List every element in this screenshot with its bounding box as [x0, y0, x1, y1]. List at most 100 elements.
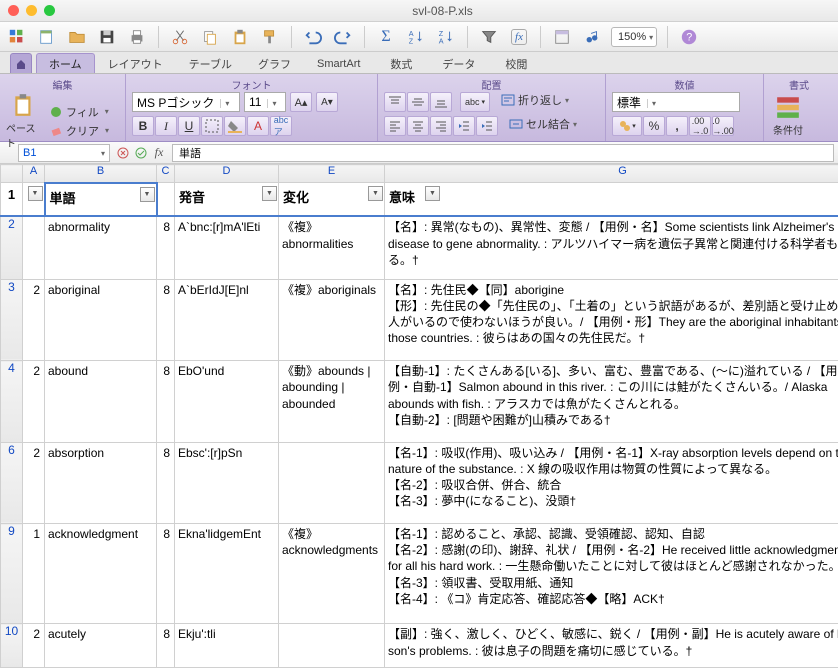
cell[interactable]: 《動》abounds | abounding | abounded [279, 361, 385, 442]
cell-A1[interactable]: ▼ [23, 183, 45, 217]
ribbon-home-tab[interactable] [10, 53, 32, 73]
row-head[interactable]: 6 [1, 442, 23, 523]
font-size-selector[interactable]: 11 [244, 92, 286, 112]
clear-button[interactable]: クリア▾ [46, 123, 112, 139]
cell[interactable] [23, 216, 45, 279]
cell[interactable]: aboriginal [45, 279, 157, 360]
cell[interactable]: 【名】: 異常(なもの)、異常性、変態 / 【用例・名】Some scienti… [385, 216, 838, 279]
cell[interactable]: 8 [157, 442, 175, 523]
font-name-selector[interactable]: MS Pゴシック [132, 92, 240, 112]
col-D[interactable]: D [175, 165, 279, 183]
cell[interactable]: 8 [157, 216, 175, 279]
tab-table[interactable]: テーブル [176, 53, 245, 73]
cell[interactable] [279, 624, 385, 668]
tab-data[interactable]: データ [429, 53, 488, 73]
copy-icon[interactable] [199, 26, 221, 48]
tab-chart[interactable]: グラフ [245, 53, 304, 73]
cell[interactable]: 2 [23, 361, 45, 442]
new-icon[interactable] [36, 26, 58, 48]
tab-home[interactable]: ホーム [36, 53, 95, 73]
cell[interactable]: 《複》acknowledgments [279, 524, 385, 624]
merge-cells-button[interactable]: セル結合▾ [506, 116, 580, 132]
cell[interactable]: 【名-1】: 吸収(作用)、吸い込み / 【用例・名-1】X-ray absor… [385, 442, 838, 523]
media-icon[interactable] [581, 26, 603, 48]
increase-decimal-icon[interactable]: .00→.0 [689, 116, 711, 136]
print-icon[interactable] [126, 26, 148, 48]
align-bottom-icon[interactable] [430, 92, 452, 112]
col-A[interactable]: A [23, 165, 45, 183]
home-icon[interactable] [6, 26, 28, 48]
tab-formula[interactable]: 数式 [373, 53, 429, 73]
cell[interactable]: 8 [157, 279, 175, 360]
tab-smartart[interactable]: SmartArt [304, 53, 373, 73]
cut-icon[interactable] [169, 26, 191, 48]
percent-icon[interactable]: % [643, 116, 665, 136]
cell-D1[interactable]: 発音▼ [175, 183, 279, 217]
filter-button[interactable]: ▼ [140, 187, 155, 202]
tab-layout[interactable]: レイアウト [95, 53, 176, 73]
col-E[interactable]: E [279, 165, 385, 183]
save-icon[interactable] [96, 26, 118, 48]
cell[interactable]: 2 [23, 624, 45, 668]
paste-button[interactable]: ペースト [6, 92, 42, 150]
cell[interactable]: 1 [23, 524, 45, 624]
redo-icon[interactable] [332, 26, 354, 48]
fill-color-button[interactable] [224, 116, 246, 136]
filter-icon[interactable] [478, 26, 500, 48]
filter-button[interactable]: ▼ [368, 186, 383, 201]
maximize-icon[interactable] [44, 5, 55, 16]
sort-asc-icon[interactable]: AZ [405, 26, 427, 48]
sort-desc-icon[interactable]: ZA [435, 26, 457, 48]
cell[interactable]: acutely [45, 624, 157, 668]
align-left-icon[interactable] [384, 116, 406, 136]
cell[interactable]: Ekna'lidgemEnt [175, 524, 279, 624]
cell[interactable]: Ebsc':[r]pSn [175, 442, 279, 523]
row-head[interactable]: 9 [1, 524, 23, 624]
cell[interactable]: 《複》aboriginals [279, 279, 385, 360]
formula-input[interactable]: 単語 [172, 144, 834, 162]
show-icon[interactable] [551, 26, 573, 48]
cell[interactable]: abnormality [45, 216, 157, 279]
paste-icon[interactable] [229, 26, 251, 48]
increase-indent-icon[interactable] [476, 116, 498, 136]
filter-button[interactable]: ▼ [425, 186, 440, 201]
row-head[interactable]: 4 [1, 361, 23, 442]
decrease-indent-icon[interactable] [453, 116, 475, 136]
phonetic-button[interactable]: abcア [270, 116, 292, 136]
align-middle-icon[interactable] [407, 92, 429, 112]
cell[interactable]: EbO'und [175, 361, 279, 442]
col-C[interactable]: C [157, 165, 175, 183]
number-format-selector[interactable]: 標準 [612, 92, 740, 112]
fx-icon[interactable]: fx [508, 26, 530, 48]
align-right-icon[interactable] [430, 116, 452, 136]
comma-icon[interactable]: , [666, 116, 688, 136]
underline-button[interactable]: U [178, 116, 200, 136]
cell[interactable]: 8 [157, 361, 175, 442]
cell[interactable]: 8 [157, 624, 175, 668]
decrease-font-icon[interactable]: A▾ [316, 92, 338, 112]
close-icon[interactable] [8, 5, 19, 16]
cell[interactable]: 2 [23, 279, 45, 360]
worksheet[interactable]: A B C D E G 1 ▼ 単語▼ 発音▼ 変化▼ 意味▼ 2 abnorm… [0, 164, 838, 668]
cell[interactable]: 2 [23, 442, 45, 523]
undo-icon[interactable] [302, 26, 324, 48]
wrap-text-button[interactable]: 折り返し▾ [498, 92, 572, 108]
cell[interactable]: absorption [45, 442, 157, 523]
row-head[interactable]: 2 [1, 216, 23, 279]
accept-formula-icon[interactable] [132, 144, 150, 162]
filter-button[interactable]: ▼ [262, 186, 277, 201]
currency-icon[interactable]: ▾ [612, 116, 642, 136]
help-icon[interactable]: ? [678, 26, 700, 48]
decrease-decimal-icon[interactable]: .0→.00 [712, 116, 734, 136]
cell-C1[interactable] [157, 183, 175, 217]
fill-button[interactable]: フィル▾ [46, 104, 112, 120]
filter-button[interactable]: ▼ [28, 186, 43, 201]
format-painter-icon[interactable] [259, 26, 281, 48]
cell[interactable]: 【名】: 先住民◆【同】aborigine【形】: 先住民の◆「先住民の」、「土… [385, 279, 838, 360]
border-button[interactable] [201, 116, 223, 136]
cell[interactable]: A`bnc:[r]mA'lEti [175, 216, 279, 279]
fx-label[interactable]: fx [150, 144, 168, 162]
cell[interactable] [279, 442, 385, 523]
cell[interactable]: 【名-1】: 認めること、承認、認識、受領確認、認知、自認【名-2】: 感謝(の… [385, 524, 838, 624]
zoom-selector[interactable]: 150% [611, 27, 657, 47]
